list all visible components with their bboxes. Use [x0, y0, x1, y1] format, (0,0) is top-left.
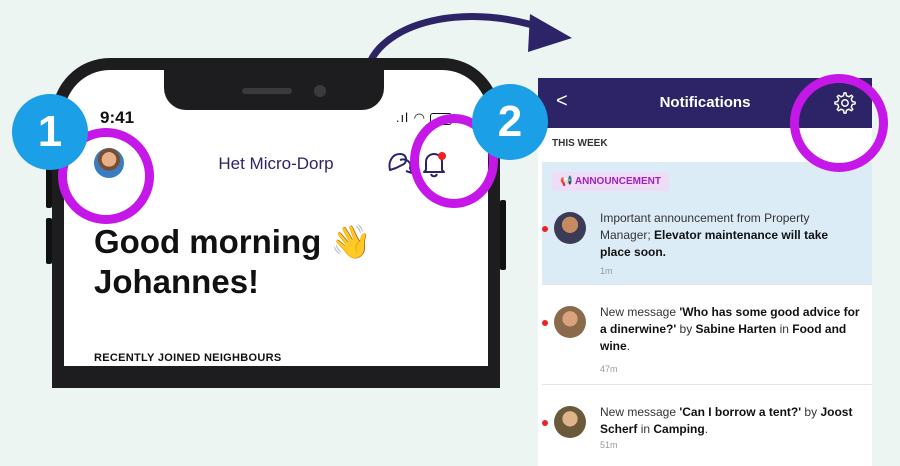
status-time: 9:41: [100, 108, 135, 127]
greeting-line-1: Good morning 👋: [94, 223, 372, 260]
notch-speaker: [242, 88, 292, 94]
week-label: THIS WEEK: [552, 138, 608, 149]
notification-text: New message 'Who has some good advice fo…: [600, 305, 860, 353]
section-label: RECENTLY JOINED NEIGHBOURS: [94, 352, 282, 364]
notification-time: 51m: [600, 440, 618, 450]
announcement-badge: 📢 ANNOUNCEMENT: [552, 172, 669, 191]
phone-side-button: [46, 218, 52, 264]
step-1-badge: 1: [12, 94, 88, 170]
notification-text: New message 'Can I borrow a tent?' by Jo…: [600, 405, 853, 436]
wifi-icon: ◠: [413, 110, 426, 125]
notification-item[interactable]: 📢 ANNOUNCEMENT Important announcement fr…: [542, 162, 872, 285]
announcement-label: ANNOUNCEMENT: [574, 176, 661, 187]
unread-dot: [542, 226, 548, 232]
notification-time: 1m: [600, 266, 613, 276]
step-2-badge: 2: [472, 84, 548, 160]
signal-icon: .ıl: [395, 110, 410, 125]
notification-item[interactable]: New message 'Who has some good advice fo…: [542, 284, 872, 385]
notch-camera: [314, 85, 326, 97]
greeting-line-2: Johannes!: [94, 263, 260, 300]
unread-dot: [542, 420, 548, 426]
phone-power-button: [500, 200, 506, 270]
unread-dot: [542, 320, 548, 326]
phone-notch: [164, 70, 384, 110]
sender-avatar: [554, 406, 586, 438]
sender-avatar: [554, 212, 586, 244]
megaphone-icon: 📢: [560, 176, 573, 187]
sender-avatar: [554, 306, 586, 338]
highlight-ring-settings: [790, 74, 888, 172]
notification-item[interactable]: New message 'Can I borrow a tent?' by Jo…: [542, 384, 872, 466]
notification-time: 47m: [600, 364, 618, 374]
greeting-heading: Good morning 👋 Johannes!: [94, 222, 424, 302]
notification-text: Important announcement from Property Man…: [600, 211, 829, 259]
